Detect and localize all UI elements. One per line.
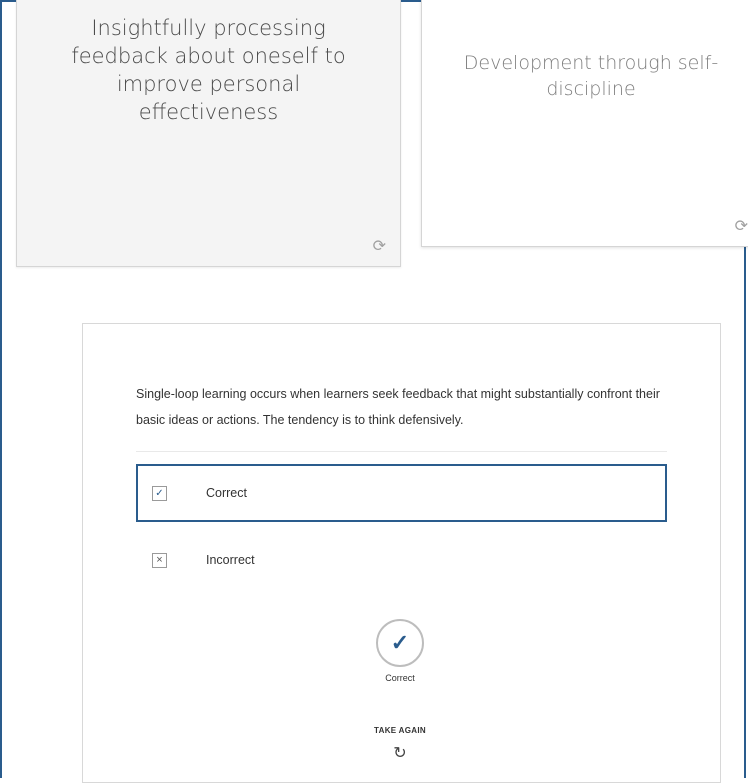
flip-card-2[interactable]: Development through self-discipline ⟳: [421, 0, 748, 247]
option-incorrect[interactable]: × Incorrect: [136, 531, 667, 589]
divider: [136, 451, 667, 452]
checkmark-icon: ✓: [152, 485, 167, 501]
close-icon: ×: [152, 552, 167, 568]
refresh-icon[interactable]: ⟳: [373, 238, 386, 254]
question-text: Single-loop learning occurs when learner…: [136, 387, 660, 427]
retry-icon[interactable]: ↻: [390, 743, 410, 763]
option-label: Correct: [206, 486, 247, 500]
flip-card-1[interactable]: Insightfully processing feedback about o…: [16, 0, 401, 267]
flip-card-text: Development through self-discipline: [463, 52, 719, 100]
checkmark-icon: ✓: [376, 619, 424, 667]
option-correct[interactable]: ✓ Correct: [136, 464, 667, 522]
knowledge-check: Single-loop learning occurs when learner…: [82, 323, 721, 783]
refresh-icon[interactable]: ⟳: [735, 218, 748, 234]
result-label: Correct: [385, 673, 415, 683]
take-again-button[interactable]: TAKE AGAIN: [333, 726, 467, 735]
option-label: Incorrect: [206, 553, 255, 567]
flip-card-text: Insightfully processing feedback about o…: [71, 16, 346, 124]
